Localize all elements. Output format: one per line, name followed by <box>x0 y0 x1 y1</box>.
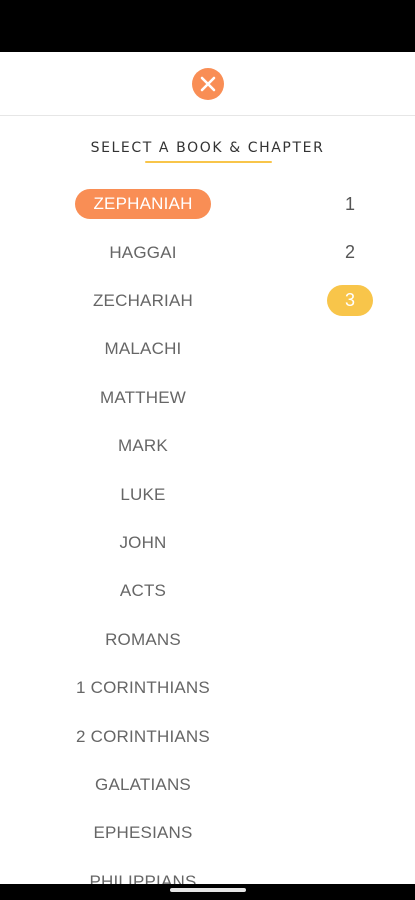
picker-title: SELECT A BOOK & CHAPTER <box>90 140 325 156</box>
book-item[interactable]: ROMANS <box>0 616 286 664</box>
book-label: EPHESIANS <box>93 823 193 843</box>
close-button[interactable] <box>192 68 224 100</box>
status-bar <box>0 0 415 52</box>
book-label: ROMANS <box>105 629 181 649</box>
chapter-item[interactable]: 1 <box>300 180 400 228</box>
book-label: LUKE <box>120 484 166 504</box>
book-item[interactable]: EPHESIANS <box>0 809 286 857</box>
home-indicator[interactable] <box>170 888 246 892</box>
book-label: ACTS <box>119 581 167 601</box>
book-label: MARK <box>118 436 168 456</box>
close-icon <box>200 76 216 92</box>
book-item[interactable]: ACTS <box>0 567 286 615</box>
book-item[interactable]: MATTHEW <box>0 374 286 422</box>
book-item[interactable]: ZEPHANIAH <box>0 180 286 228</box>
book-item[interactable]: 2 CORINTHIANS <box>0 712 286 760</box>
book-label: ZECHARIAH <box>92 290 194 310</box>
book-item[interactable]: 1 CORINTHIANS <box>0 664 286 712</box>
book-label: ZEPHANIAH <box>75 189 211 220</box>
book-label: 1 CORINTHIANS <box>76 678 210 698</box>
book-chapter-picker: SELECT A BOOK & CHAPTER ZEPHANIAH HAGGAI Z… <box>0 52 415 884</box>
book-list[interactable]: ZEPHANIAH HAGGAI ZECHARIAH MALACHI MATTHEW MA… <box>0 180 286 884</box>
book-item[interactable]: LUKE <box>0 470 286 518</box>
chapter-number: 3 <box>326 285 373 317</box>
book-label: 2 CORINTHIANS <box>76 726 210 746</box>
chapter-item[interactable]: 2 <box>300 228 400 276</box>
book-item[interactable]: MALACHI <box>0 325 286 373</box>
book-label: GALATIANS <box>95 774 191 794</box>
chapter-number: 1 <box>344 193 355 214</box>
book-label: MATTHEW <box>99 387 187 407</box>
book-item[interactable]: ZECHARIAH <box>0 277 286 325</box>
book-item[interactable]: HAGGAI <box>0 228 286 276</box>
chapter-number: 2 <box>344 242 355 263</box>
book-item[interactable]: JOHN <box>0 519 286 567</box>
book-label: PHILIPPIANS <box>89 871 197 884</box>
navigation-bar <box>0 884 415 900</box>
book-item[interactable]: GALATIANS <box>0 761 286 809</box>
title-underline <box>145 161 272 163</box>
book-label: JOHN <box>119 532 167 552</box>
chapter-item[interactable]: 3 <box>300 277 400 325</box>
picker-header <box>0 52 415 116</box>
book-item[interactable]: PHILIPPIANS <box>0 858 286 884</box>
book-label: MALACHI <box>104 339 182 359</box>
book-label: HAGGAI <box>109 242 177 262</box>
book-item[interactable]: MARK <box>0 422 286 470</box>
